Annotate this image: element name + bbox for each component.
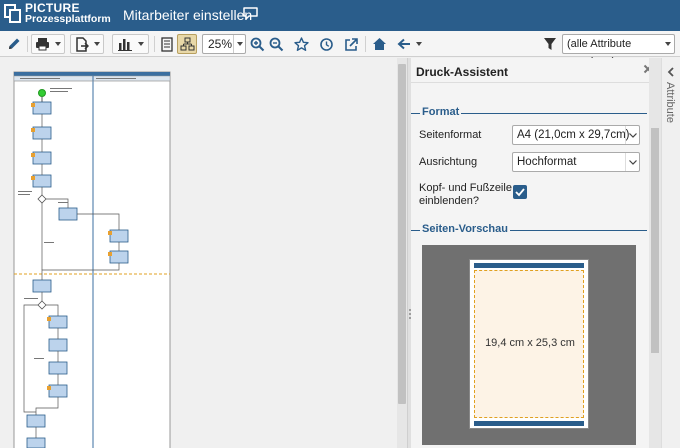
page-view-icon[interactable] [158, 34, 176, 54]
logo-icon [4, 4, 22, 24]
hierarchy-view-icon[interactable] [177, 34, 197, 54]
header-footer-label: Kopf- und Fußzeile einblenden? [419, 182, 512, 207]
pencil-icon[interactable] [4, 34, 24, 54]
back-navigation-button[interactable] [393, 34, 425, 54]
print-assistant-panel: Druck-Assistent Format Seitenformat A4 (… [411, 58, 653, 448]
canvas-scrollbar[interactable] [397, 58, 407, 448]
history-icon[interactable] [317, 34, 335, 54]
chart-icon [118, 39, 132, 51]
chevron-left-icon[interactable] [667, 67, 675, 77]
logo-line2: Prozessplattform [25, 13, 111, 25]
process-diagram [13, 71, 171, 448]
preview-header-band [474, 263, 584, 268]
app-header: PICTURE Prozessplattform Mitarbeiter ein… [0, 0, 680, 31]
zoom-value: 25% [208, 37, 233, 51]
preview-page: 19,4 cm x 25,3 cm [469, 259, 589, 429]
chart-button[interactable] [112, 34, 149, 54]
process-title: Mitarbeiter einstellen [123, 7, 253, 23]
orientation-label: Ausrichtung [419, 156, 478, 168]
preview-size-text: 19,4 cm x 25,3 cm [485, 337, 575, 349]
attributes-sidetab[interactable]: Attribute [661, 58, 680, 448]
format-legend: Format [420, 106, 462, 118]
chevron-down-icon [662, 35, 674, 53]
app-logo[interactable]: PICTURE Prozessplattform [4, 2, 111, 25]
external-link-icon[interactable] [342, 34, 360, 54]
preview-legend: Seiten-Vorschau [420, 223, 510, 235]
toolbar: 25% (alle Attribute anzeigen) [0, 31, 680, 68]
panel-title: Druck-Assistent [416, 65, 509, 79]
zoom-out-icon[interactable] [267, 34, 285, 54]
back-arrow-icon [397, 38, 410, 50]
home-icon[interactable] [370, 34, 388, 54]
comment-icon[interactable] [243, 7, 258, 20]
print-button[interactable] [31, 34, 65, 54]
process-canvas[interactable] [0, 58, 397, 448]
preview-section: Seiten-Vorschau [411, 223, 649, 237]
attribute-filter-select[interactable]: (alle Attribute anzeigen) [562, 34, 675, 68]
panel-scrollbar[interactable] [649, 58, 661, 448]
page-format-value: A4 (21,0cm x 29,7cm) [517, 129, 630, 141]
orientation-value: Hochformat [517, 156, 577, 168]
checkmark-icon [515, 188, 525, 197]
preview-content-area: 19,4 cm x 25,3 cm [474, 270, 584, 418]
zoom-select[interactable]: 25% [202, 34, 246, 54]
chevron-down-icon [625, 126, 639, 144]
header-footer-checkbox[interactable] [513, 185, 527, 199]
attributes-tab-label: Attribute [664, 82, 676, 123]
export-icon [75, 36, 89, 52]
star-icon[interactable] [292, 34, 310, 54]
page-format-select[interactable]: A4 (21,0cm x 29,7cm) [512, 125, 640, 145]
page-format-label: Seitenformat [419, 129, 482, 141]
page-preview: 19,4 cm x 25,3 cm [422, 245, 636, 445]
orientation-select[interactable]: Hochformat [512, 152, 640, 172]
format-section: Format [411, 106, 649, 120]
filter-icon[interactable] [541, 34, 559, 54]
export-button[interactable] [70, 34, 104, 54]
chevron-down-icon [233, 35, 245, 53]
print-icon [36, 38, 49, 51]
zoom-in-icon[interactable] [248, 34, 266, 54]
chevron-down-icon [625, 153, 639, 171]
preview-footer-band [474, 421, 584, 426]
